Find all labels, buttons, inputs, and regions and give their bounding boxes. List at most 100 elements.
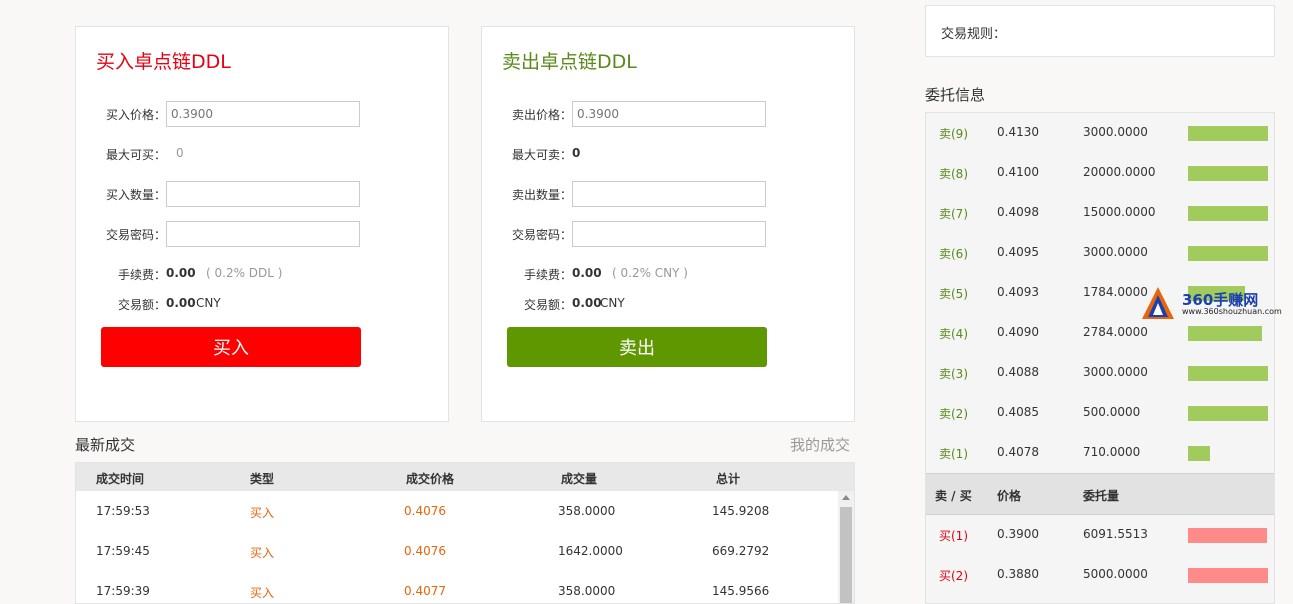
sell-price-input[interactable]: [572, 101, 766, 127]
watermark-triangle-icon: [1142, 287, 1174, 319]
order-side-label: 卖(4): [939, 327, 968, 341]
buy-pwd-label: 交易密码：: [106, 228, 167, 242]
sell-password-input[interactable]: [572, 221, 766, 247]
order-side-label: 卖(9): [939, 127, 968, 141]
order-side-label: 卖(8): [939, 167, 968, 181]
order-qty: 20000.0000: [1083, 165, 1156, 179]
my-trades-link[interactable]: 我的成交: [790, 434, 850, 455]
order-side-label: 卖(2): [939, 407, 968, 421]
order-price: 0.4098: [997, 205, 1039, 219]
trading-rules-label: 交易规则：: [941, 27, 1007, 42]
oh-side: 卖 / 买: [935, 489, 972, 503]
order-price: 0.4088: [997, 365, 1039, 379]
order-qty: 5000.0000: [1083, 567, 1148, 581]
trade-total: 669.2792: [712, 544, 770, 558]
order-side-label: 卖(6): [939, 247, 968, 261]
depth-bar: [1188, 406, 1268, 421]
th-type: 类型: [250, 472, 275, 486]
buy-fee-label: 手续费：: [118, 268, 167, 282]
order-qty: 500.0000: [1083, 405, 1141, 419]
order-price: 0.4090: [997, 325, 1039, 339]
order-book: 卖(9) 0.4130 3000.0000 卖(8) 0.4100 20000.0000 卖…: [925, 112, 1275, 604]
buy-fee-note: ( 0.2% DDL ): [206, 266, 283, 280]
trade-time: 17:59:45: [96, 544, 150, 558]
order-price: 0.4130: [997, 125, 1039, 139]
sell-amount-label: 交易额：: [524, 298, 573, 312]
th-qty: 成交量: [561, 472, 598, 486]
depth-bar: [1188, 326, 1262, 341]
sell-price-label: 卖出价格：: [512, 108, 573, 122]
sell-max-label: 最大可卖：: [512, 148, 573, 162]
sell-fee-note: ( 0.2% CNY ): [612, 266, 688, 280]
sell-panel: 卖出卓点链DDL 卖出价格： 最大可卖： 0 卖出数量： 交易密码： 手续费： …: [481, 26, 855, 422]
depth-bar: [1188, 166, 1268, 181]
order-qty: 3000.0000: [1083, 125, 1148, 139]
th-price: 成交价格: [406, 472, 455, 486]
trade-total: 145.9566: [712, 584, 770, 598]
order-qty: 3000.0000: [1083, 245, 1148, 259]
trade-time: 17:59:53: [96, 504, 150, 518]
latest-trades-table: 成交时间 类型 成交价格 成交量 总计 17:59:53 买入 0.4076 3…: [75, 462, 855, 604]
order-side-label: 卖(3): [939, 367, 968, 381]
order-side-label: 卖(1): [939, 447, 968, 461]
trade-price: 0.4076: [404, 544, 446, 558]
buy-amount-value: 0.00: [166, 296, 196, 310]
depth-bar: [1188, 528, 1267, 543]
watermark-logo: 360手赚网 www.360shouzhuan.com: [1140, 285, 1290, 321]
buy-qty-label: 买入数量：: [106, 188, 167, 202]
sell-amount-unit: CNY: [600, 296, 625, 310]
order-qty: 710.0000: [1083, 445, 1141, 459]
trade-type: 买入: [250, 586, 275, 600]
buy-password-input[interactable]: [166, 221, 360, 247]
order-book-title: 委托信息: [925, 86, 986, 104]
buy-max-value: 0: [176, 146, 184, 160]
sell-amount-value: 0.00: [572, 296, 602, 310]
sell-title: 卖出卓点链DDL: [502, 51, 637, 73]
buy-fee-value: 0.00: [166, 266, 196, 280]
trades-scrollbar[interactable]: [838, 491, 854, 603]
order-book-header: 卖 / 买 价格 委托量: [926, 473, 1274, 515]
trade-price: 0.4077: [404, 584, 446, 598]
buy-qty-input[interactable]: [166, 181, 360, 207]
buy-button[interactable]: 买入: [101, 327, 361, 367]
order-price: 0.3880: [997, 567, 1039, 581]
order-side-label: 卖(5): [939, 287, 968, 301]
depth-bar: [1188, 568, 1268, 583]
depth-bar: [1188, 206, 1268, 221]
buy-panel: 买入卓点链DDL 买入价格： 最大可买： 0 买入数量： 交易密码： 手续费： …: [75, 26, 449, 422]
order-side-label: 买(1): [939, 529, 968, 543]
sell-max-value: 0: [572, 146, 581, 160]
trade-qty: 358.0000: [558, 584, 616, 598]
sell-qty-label: 卖出数量：: [512, 188, 573, 202]
trades-header: 成交时间 类型 成交价格 成交量 总计: [76, 463, 854, 491]
buy-price-input[interactable]: [166, 101, 360, 127]
sell-qty-input[interactable]: [572, 181, 766, 207]
trade-type: 买入: [250, 546, 275, 560]
depth-bar: [1188, 446, 1210, 461]
trade-type: 买入: [250, 506, 275, 520]
buy-price-label: 买入价格：: [106, 108, 167, 122]
watermark-url: www.360shouzhuan.com: [1182, 307, 1282, 316]
buy-amount-unit: CNY: [196, 296, 221, 310]
order-side-label: 卖(7): [939, 207, 968, 221]
depth-bar: [1188, 126, 1268, 141]
scroll-thumb[interactable]: [840, 507, 852, 603]
trade-qty: 1642.0000: [558, 544, 623, 558]
order-price: 0.4095: [997, 245, 1039, 259]
trade-time: 17:59:39: [96, 584, 150, 598]
th-total: 总计: [716, 472, 741, 486]
order-qty: 6091.5513: [1083, 527, 1148, 541]
order-price: 0.4078: [997, 445, 1039, 459]
depth-bar: [1188, 246, 1268, 261]
sell-fee-label: 手续费：: [524, 268, 573, 282]
sell-button[interactable]: 卖出: [507, 327, 767, 367]
th-time: 成交时间: [96, 472, 145, 486]
sell-fee-value: 0.00: [572, 266, 602, 280]
trade-qty: 358.0000: [558, 504, 616, 518]
order-qty: 1784.0000: [1083, 285, 1148, 299]
depth-bar: [1188, 366, 1268, 381]
trade-price: 0.4076: [404, 504, 446, 518]
scroll-up-arrow-icon[interactable]: [842, 495, 850, 500]
trade-total: 145.9208: [712, 504, 770, 518]
order-qty: 15000.0000: [1083, 205, 1156, 219]
